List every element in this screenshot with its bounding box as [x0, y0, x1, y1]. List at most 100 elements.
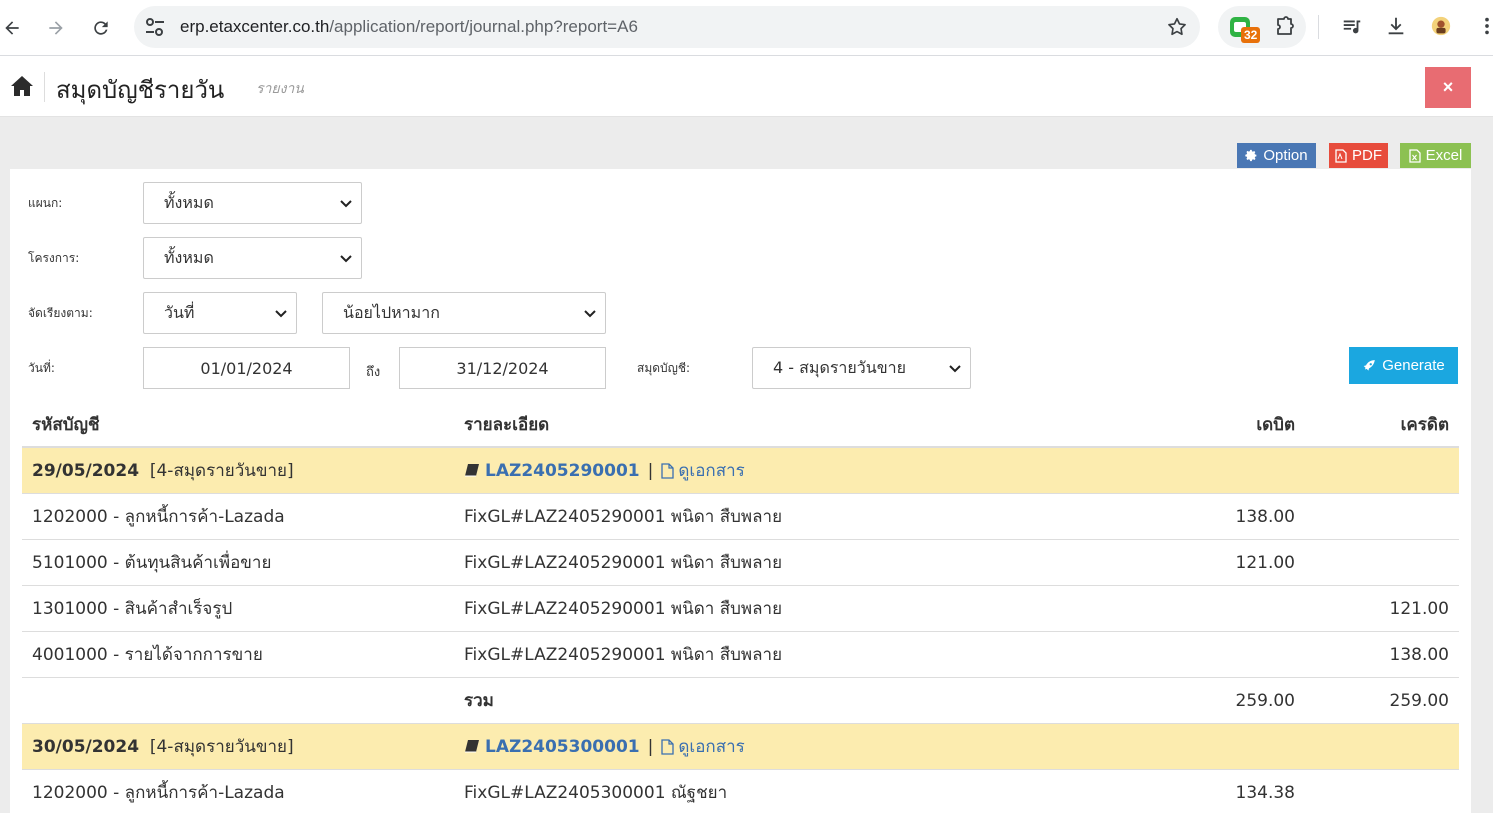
- close-button[interactable]: ×: [1425, 67, 1471, 108]
- group-row: 30/05/2024 [4-สมุดรายวันขาย] LAZ24053000…: [22, 724, 1459, 770]
- journal-select[interactable]: 4 - สมุดรายวันขาย: [752, 347, 971, 389]
- total-debit: 259.00: [1235, 690, 1295, 711]
- site-settings-icon[interactable]: [144, 17, 166, 37]
- date-to-value: 31/12/2024: [456, 358, 549, 378]
- description-cell: FixGL#LAZ2405290001 พนิดา สืบพลาย: [464, 507, 783, 527]
- close-icon: ×: [1442, 77, 1454, 97]
- option-button[interactable]: Option: [1237, 143, 1316, 168]
- forward-icon[interactable]: [40, 12, 72, 44]
- doc-separator: |: [647, 460, 654, 481]
- description-cell: FixGL#LAZ2405300001 ณัฐชยา: [464, 783, 728, 803]
- header-credit: เครดิต: [1400, 414, 1449, 435]
- generate-button[interactable]: Generate: [1349, 347, 1458, 384]
- option-label: Option: [1263, 147, 1308, 164]
- date-from-value: 01/01/2024: [200, 358, 293, 378]
- group-date-cell: 30/05/2024 [4-สมุดรายวันขาย]: [32, 724, 294, 769]
- url-text: erp.etaxcenter.co.th/application/report/…: [180, 17, 638, 37]
- doc-link[interactable]: LAZ2405290001: [485, 461, 640, 481]
- chevron-down-icon: [949, 365, 961, 373]
- document-icon: [661, 462, 674, 479]
- department-label: แผนก:: [28, 196, 63, 210]
- gear-icon: [1245, 149, 1257, 162]
- media-control-icon[interactable]: [1339, 13, 1365, 39]
- total-label: รวม: [464, 691, 494, 711]
- rocket-icon: [1363, 359, 1376, 371]
- address-bar[interactable]: erp.etaxcenter.co.th/application/report/…: [134, 6, 1200, 48]
- bookmark-star-icon[interactable]: [1166, 16, 1188, 38]
- browser-toolbar: erp.etaxcenter.co.th/application/report/…: [0, 0, 1493, 56]
- credit-cell: 138.00: [1389, 644, 1449, 665]
- header-debit: เดบิต: [1256, 414, 1295, 435]
- header-account: รหัสบัญชี: [32, 414, 100, 435]
- extension-badge: 32: [1241, 27, 1261, 43]
- journal-table: รหัสบัญชี รายละเอียด เดบิต เครดิต 29/05/…: [22, 402, 1459, 813]
- excel-button[interactable]: Excel: [1400, 143, 1471, 168]
- sort-order-value: น้อยไปหามาก: [343, 302, 440, 322]
- download-icon[interactable]: [1383, 13, 1409, 39]
- date-to-input[interactable]: 31/12/2024: [399, 347, 606, 389]
- table-row: 1202000 - ลูกหนี้การค้า-Lazada FixGL#LAZ…: [22, 494, 1459, 540]
- table-row: 1202000 - ลูกหนี้การค้า-Lazada FixGL#LAZ…: [22, 770, 1459, 813]
- table-row: 5101000 - ต้นทุนสินค้าเพื่อขาย FixGL#LAZ…: [22, 540, 1459, 586]
- excel-label: Excel: [1425, 147, 1463, 164]
- account-cell: 4001000 - รายได้จากการขาย: [32, 645, 263, 665]
- group-doc-cell: LAZ2405300001 | ดูเอกสาร: [464, 724, 745, 769]
- pdf-file-icon: [1335, 148, 1347, 163]
- view-document-link[interactable]: ดูเอกสาร: [678, 457, 744, 484]
- total-row: รวม 259.00 259.00: [22, 678, 1459, 724]
- more-menu-icon[interactable]: [1474, 13, 1493, 39]
- department-value: ทั้งหมด: [164, 192, 214, 212]
- journal-value: 4 - สมุดรายวันขาย: [773, 357, 906, 377]
- date-label: วันที่:: [28, 361, 55, 375]
- account-cell: 1202000 - ลูกหนี้การค้า-Lazada: [32, 507, 285, 527]
- view-document-link[interactable]: ดูเอกสาร: [678, 733, 744, 760]
- group-journal: [4-สมุดรายวันขาย]: [149, 461, 294, 481]
- journal-label: สมุดบัญชี:: [637, 361, 691, 375]
- excel-file-icon: [1409, 148, 1421, 163]
- home-icon[interactable]: [10, 75, 34, 97]
- group-row: 29/05/2024 [4-สมุดรายวันขาย] LAZ24052900…: [22, 448, 1459, 494]
- group-journal: [4-สมุดรายวันขาย]: [149, 737, 294, 757]
- page-header: สมุดบัญชีรายวัน รายงาน ×: [0, 56, 1493, 117]
- table-header-row: รหัสบัญชี รายละเอียด เดบิต เครดิต: [22, 402, 1459, 448]
- table-row: 1301000 - สินค้าสำเร็จรูป FixGL#LAZ24052…: [22, 586, 1459, 632]
- credit-cell: 121.00: [1389, 598, 1449, 619]
- sort-field-value: วันที่: [164, 302, 195, 322]
- book-icon: [465, 464, 479, 477]
- account-cell: 5101000 - ต้นทุนสินค้าเพื่อขาย: [32, 553, 272, 573]
- toolbar-separator: [1318, 15, 1319, 39]
- debit-cell: 134.38: [1235, 782, 1295, 803]
- extensions-group: 32: [1218, 6, 1306, 48]
- project-label: โครงการ:: [28, 251, 80, 265]
- chevron-down-icon: [340, 200, 352, 208]
- doc-link[interactable]: LAZ2405300001: [485, 737, 640, 757]
- sort-label: จัดเรียงตาม:: [28, 306, 93, 320]
- reload-icon[interactable]: [85, 12, 117, 44]
- group-date-cell: 29/05/2024 [4-สมุดรายวันขาย]: [32, 448, 294, 493]
- description-cell: FixGL#LAZ2405290001 พนิดา สืบพลาย: [464, 599, 783, 619]
- department-select[interactable]: ทั้งหมด: [143, 182, 362, 224]
- chevron-down-icon: [584, 310, 596, 318]
- doc-separator: |: [647, 736, 654, 757]
- document-icon: [661, 738, 674, 755]
- header-description: รายละเอียด: [464, 414, 550, 435]
- profile-avatar-icon[interactable]: [1428, 13, 1454, 39]
- url-path: /application/report/journal.php?report=A…: [329, 17, 638, 36]
- group-date: 29/05/2024: [32, 460, 140, 481]
- sort-field-select[interactable]: วันที่: [143, 292, 297, 334]
- page-title: สมุดบัญชีรายวัน: [56, 76, 225, 104]
- project-select[interactable]: ทั้งหมด: [143, 237, 362, 279]
- date-from-input[interactable]: 01/01/2024: [143, 347, 350, 389]
- chevron-down-icon: [275, 310, 287, 318]
- chevron-down-icon: [340, 255, 352, 263]
- account-cell: 1202000 - ลูกหนี้การค้า-Lazada: [32, 783, 285, 803]
- generate-label: Generate: [1382, 357, 1445, 374]
- page-subtitle: รายงาน: [256, 81, 304, 97]
- account-cell: 1301000 - สินค้าสำเร็จรูป: [32, 599, 233, 619]
- pdf-button[interactable]: PDF: [1329, 143, 1388, 168]
- puzzle-icon[interactable]: [1272, 15, 1296, 39]
- back-icon[interactable]: [0, 12, 28, 44]
- url-host: erp.etaxcenter.co.th: [180, 17, 330, 36]
- sort-order-select[interactable]: น้อยไปหามาก: [322, 292, 606, 334]
- description-cell: FixGL#LAZ2405290001 พนิดา สืบพลาย: [464, 645, 783, 665]
